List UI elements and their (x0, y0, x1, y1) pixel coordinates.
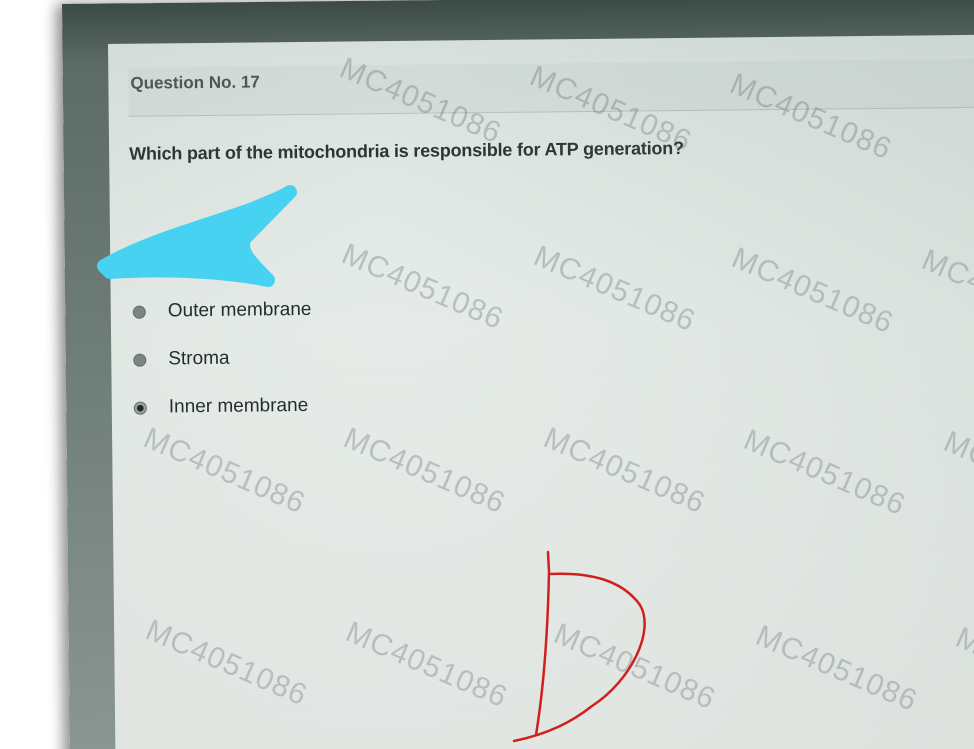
watermark: MC4051086 (340, 615, 513, 715)
watermark: MC4051086 (336, 237, 509, 337)
watermark: MC4051086 (938, 425, 974, 524)
question-number: Question No. 17 (130, 72, 260, 93)
question-text: Which part of the mitochondria is respon… (129, 137, 684, 164)
radio-button[interactable] (133, 353, 147, 367)
watermark: MC4051086 (138, 421, 311, 521)
radio-button[interactable] (132, 305, 146, 319)
option-label: Stroma (168, 347, 230, 370)
watermark: MC4051086 (738, 423, 911, 523)
watermark: MC4051086 (338, 421, 511, 521)
watermark: MC4051086 (726, 241, 899, 341)
exam-screen: Question No. 17 Which part of the mitoch… (108, 34, 974, 749)
watermark: MC4051086 (528, 239, 701, 339)
option-stroma[interactable]: Stroma (133, 334, 312, 384)
watermark: MC4051086 (140, 613, 313, 713)
watermark: MC4051086 (950, 621, 974, 720)
watermark: MC4051086 (548, 617, 721, 717)
radio-button-selected[interactable] (133, 401, 147, 415)
option-outer-membrane[interactable]: Outer membrane (132, 286, 312, 336)
watermark: MC4051086 (917, 243, 974, 343)
option-label: Inner membrane (168, 394, 309, 418)
answer-options: Outer membrane Stroma Inner membrane (132, 286, 313, 432)
watermark: MC4051086 (750, 619, 923, 718)
photo-of-screen: Question No. 17 Which part of the mitoch… (0, 0, 974, 749)
watermark: MC4051086 (538, 421, 711, 521)
option-label: Outer membrane (167, 298, 312, 322)
